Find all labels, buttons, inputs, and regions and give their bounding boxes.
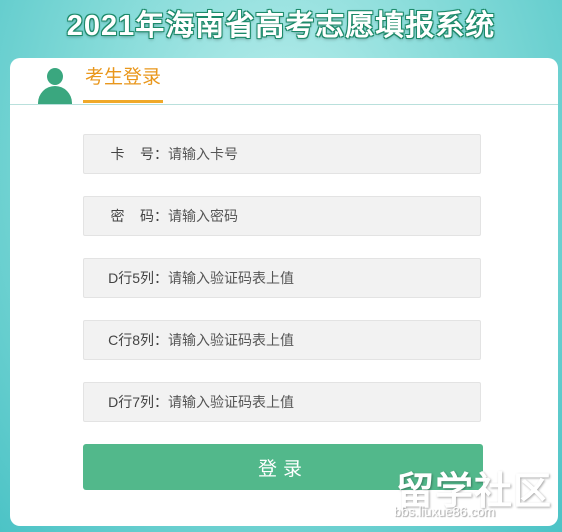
user-icon <box>36 68 74 104</box>
watermark-logo: 留学社区 bbs.liuxue86.com <box>394 460 556 526</box>
login-tab-bar: 考生登录 <box>10 58 558 105</box>
tab-student-login[interactable]: 考生登录 <box>83 58 163 103</box>
verify-code-field-d7: D行7列： <box>83 382 481 422</box>
password-label: 密 码： <box>110 208 168 224</box>
card-number-input[interactable] <box>168 135 468 173</box>
password-input[interactable] <box>168 197 468 235</box>
verify-code-input-d5[interactable] <box>168 259 468 297</box>
card-number-label: 卡 号： <box>110 146 168 162</box>
password-field: 密 码： <box>83 196 481 236</box>
verify-code-field-d5: D行5列： <box>83 258 481 298</box>
page-title: 2021年海南省高考志愿填报系统 <box>66 10 496 42</box>
verify-code-field-c8: C行8列： <box>83 320 481 360</box>
verify-code-input-d7[interactable] <box>168 383 468 421</box>
card-number-field: 卡 号： <box>83 134 481 174</box>
watermark-url: bbs.liuxue86.com <box>394 504 496 519</box>
verify-code-label-c8: C行8列： <box>108 332 168 348</box>
verify-code-input-c8[interactable] <box>168 321 468 359</box>
verify-code-label-d7: D行7列： <box>108 394 168 410</box>
login-panel: 考生登录 卡 号： 密 码： D行5列： C行8列： D行7列： 登录 <box>10 58 558 526</box>
verify-code-label-d5: D行5列： <box>108 270 168 286</box>
